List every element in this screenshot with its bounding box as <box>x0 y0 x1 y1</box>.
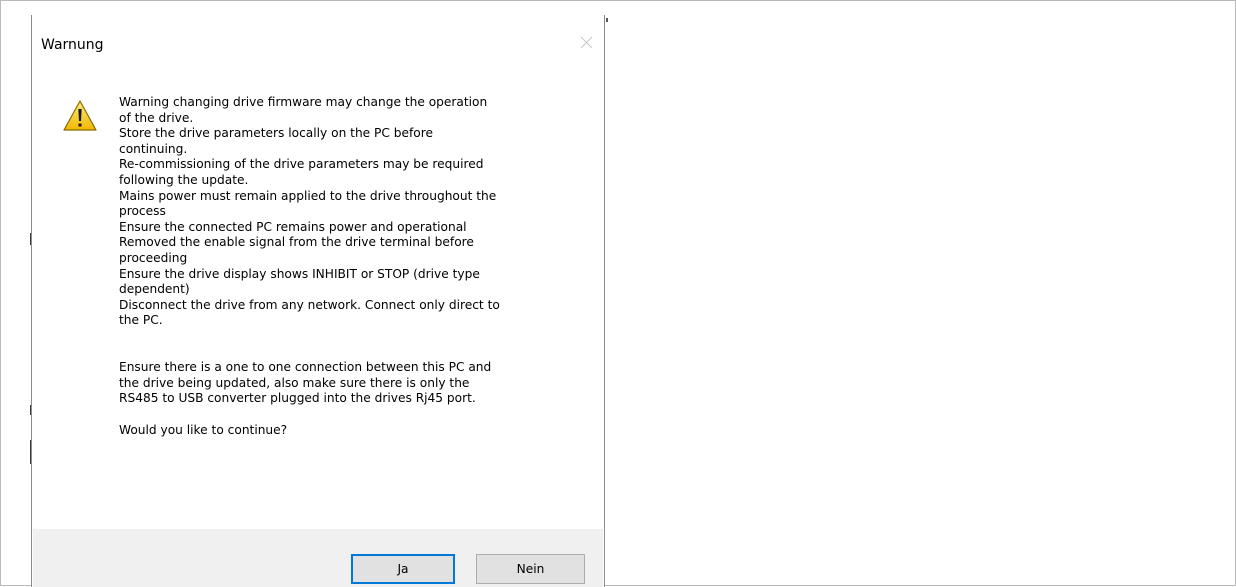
message-line: continuing. <box>119 141 188 156</box>
dialog-titlebar[interactable]: Warnung <box>32 15 604 67</box>
message-line: Ensure the drive display shows INHIBIT o… <box>119 266 480 281</box>
message-line: of the drive. <box>119 110 194 125</box>
message-line: Mains power must remain applied to the d… <box>119 188 497 203</box>
yes-button[interactable]: Ja <box>351 554 455 584</box>
connection-line: the drive being updated, also make sure … <box>119 375 470 390</box>
message-line: the PC. <box>119 313 163 328</box>
message-line: Disconnect the drive from any network. C… <box>119 297 500 312</box>
message-line: Removed the enable signal from the drive… <box>119 235 474 250</box>
no-button[interactable]: Nein <box>476 554 585 584</box>
close-button[interactable] <box>572 31 602 55</box>
warning-triangle-icon <box>62 99 98 132</box>
message-line: proceeding <box>119 250 188 265</box>
warning-dialog: Warnung Warning changing drive firmware … <box>31 15 605 587</box>
dialog-button-bar: Ja Nein <box>33 529 603 587</box>
message-line: Ensure the connected PC remains power an… <box>119 219 467 234</box>
connection-line: Ensure there is a one to one connection … <box>119 359 492 374</box>
dialog-message: Warning changing drive firmware may chan… <box>119 95 589 438</box>
background-window-edge <box>606 18 608 22</box>
dialog-title: Warnung <box>41 37 104 53</box>
message-line: process <box>119 204 166 219</box>
message-line: Re-commissioning of the drive parameters… <box>119 157 484 172</box>
connection-line: RS485 to USB converter plugged into the … <box>119 391 476 406</box>
message-line: dependent) <box>119 282 190 297</box>
question-text: Would you like to continue? <box>119 422 288 437</box>
message-line: following the update. <box>119 172 249 187</box>
message-line: Warning changing drive firmware may chan… <box>119 95 488 109</box>
close-icon <box>580 36 593 49</box>
message-line: Store the drive parameters locally on th… <box>119 126 434 141</box>
